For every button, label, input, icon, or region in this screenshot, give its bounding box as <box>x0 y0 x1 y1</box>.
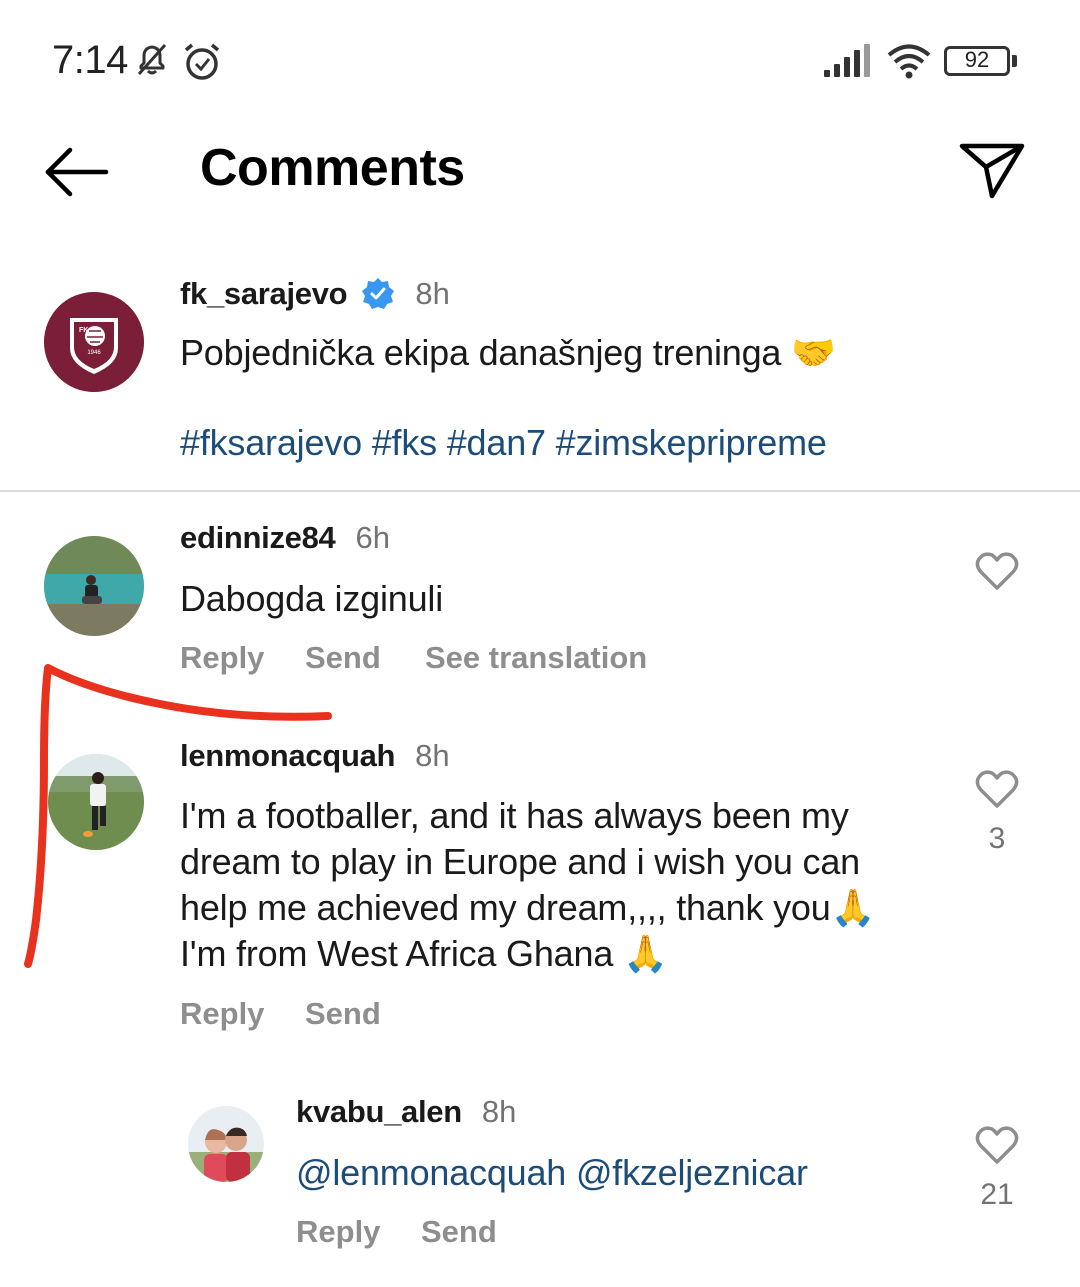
heart-icon[interactable] <box>974 1124 1020 1166</box>
reply-button[interactable]: Reply <box>180 640 264 676</box>
comment-line: help me achieved my dream,,,, thank you🙏 <box>180 887 876 928</box>
reply-text: @lenmonacquah @fkzeljeznicar <box>296 1150 808 1196</box>
battery-level: 92 <box>964 47 990 72</box>
heart-icon[interactable] <box>974 768 1020 810</box>
avatar[interactable] <box>44 536 144 636</box>
wifi-icon <box>886 42 932 80</box>
comment-username[interactable]: lenmonacquah <box>180 738 395 774</box>
comment-line: dream to play in Europe and i wish you c… <box>180 841 860 882</box>
send-button[interactable]: Send <box>421 1214 497 1250</box>
caption-text: Pobjednička ekipa današnjeg treninga 🤝 <box>180 332 836 373</box>
alarm-icon <box>180 40 224 84</box>
comment-timestamp: 8h <box>415 738 450 773</box>
bell-off-icon <box>132 40 172 80</box>
divider <box>0 490 1080 492</box>
reply-username[interactable]: kvabu_alen <box>296 1094 462 1130</box>
comment-header: edinnize84 6h <box>180 520 390 556</box>
heart-icon[interactable] <box>974 550 1020 592</box>
mention-link[interactable]: @fkzeljeznicar <box>576 1152 808 1193</box>
send-button[interactable]: Send <box>305 640 381 676</box>
signal-icon <box>822 44 872 78</box>
reply-button[interactable]: Reply <box>180 996 264 1032</box>
comment-line: I'm a footballer, and it has always been… <box>180 795 849 836</box>
mention-link[interactable]: @lenmonacquah <box>296 1152 566 1193</box>
page-title: Comments <box>200 139 465 197</box>
comment-timestamp: 6h <box>355 520 390 555</box>
caption-timestamp: 8h <box>415 276 450 311</box>
svg-text:FK: FK <box>79 327 88 334</box>
comment-header: lenmonacquah 8h <box>180 738 450 774</box>
avatar[interactable] <box>188 1106 264 1182</box>
comment-text: I'm a footballer, and it has always been… <box>180 793 960 977</box>
svg-text:1946: 1946 <box>87 350 101 356</box>
status-time: 7:14 <box>52 38 128 82</box>
reply-header: kvabu_alen 8h <box>296 1094 516 1130</box>
reply-timestamp: 8h <box>481 1094 517 1129</box>
club-logo-avatar[interactable]: FK 1946 <box>44 292 144 392</box>
caption-header: fk_sarajevo 8h <box>180 276 450 312</box>
comment-line: I'm from West Africa Ghana 🙏 <box>180 933 668 974</box>
paper-plane-icon[interactable] <box>956 136 1028 204</box>
see-translation-button[interactable]: See translation <box>425 640 647 676</box>
comment-username[interactable]: edinnize84 <box>180 520 336 556</box>
back-arrow-icon[interactable] <box>40 140 112 204</box>
like-count: 21 <box>980 1178 1014 1211</box>
like-count: 3 <box>988 822 1006 855</box>
avatar[interactable] <box>48 754 144 850</box>
caption-username[interactable]: fk_sarajevo <box>180 276 348 312</box>
battery-icon: 92 <box>944 44 1018 78</box>
comment-text: Dabogda izginuli <box>180 578 443 619</box>
reply-button[interactable]: Reply <box>296 1214 380 1250</box>
caption-hashtags[interactable]: #fksarajevo #fks #dan7 #zimskepripreme <box>180 422 827 464</box>
send-button[interactable]: Send <box>305 996 381 1032</box>
verified-badge-icon <box>361 277 395 311</box>
